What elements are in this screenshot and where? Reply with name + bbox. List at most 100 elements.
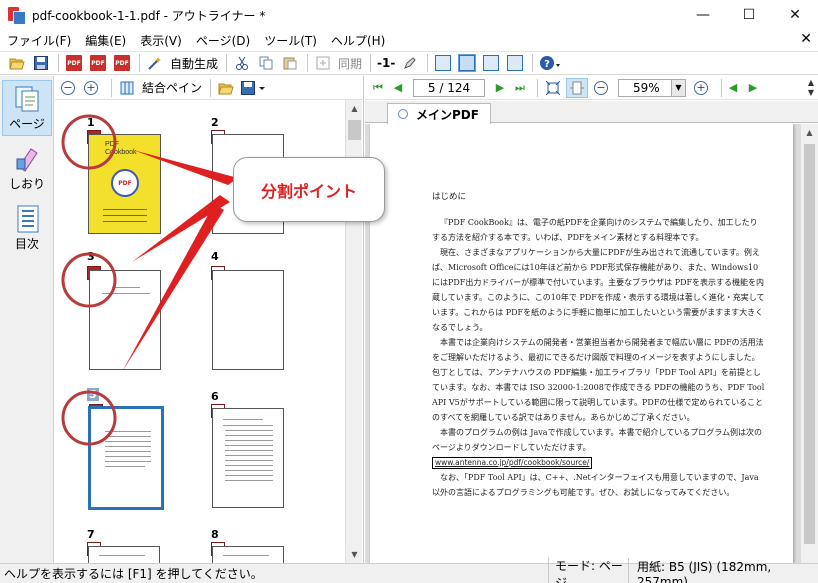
thumbnail-page-1[interactable]: PDF Cookbook PDF xyxy=(88,134,161,234)
first-page-icon[interactable]: ⏮ xyxy=(371,79,385,97)
pdf-merge-icon[interactable]: PDF xyxy=(111,53,133,73)
toolbar-separator xyxy=(139,54,140,72)
save-icon[interactable] xyxy=(30,53,52,73)
toolbar-separator xyxy=(427,54,429,72)
thumbnail-toolbar: − + 結合ペイン xyxy=(55,76,364,100)
nav-toc-label: 目次 xyxy=(14,236,39,251)
thumb-number: 6 xyxy=(211,390,219,403)
app-icon xyxy=(8,7,26,25)
thumbnail-page-4[interactable] xyxy=(212,270,284,370)
document-paragraph: 『PDF CookBook』は、電子の紙PDFを企業向けのシステムで編集したり、… xyxy=(432,218,758,242)
thumbnail-page-7[interactable] xyxy=(88,546,160,563)
thumbnail-page-8[interactable] xyxy=(212,546,284,563)
document-close-icon[interactable]: ✕ xyxy=(800,31,812,47)
menu-page[interactable]: ページ(D) xyxy=(189,32,257,49)
split-point-callout: 分割ポイント xyxy=(233,157,385,222)
chevron-down-icon[interactable]: ▼ xyxy=(671,79,685,96)
help-icon[interactable]: ? xyxy=(537,53,563,73)
pen-icon[interactable] xyxy=(399,53,421,73)
window-controls: — ☐ ✕ xyxy=(680,0,818,30)
status-help-text: ヘルプを表示するには [F1] を押してください。 xyxy=(4,567,263,581)
zoom-select[interactable]: 59% ▼ xyxy=(618,78,686,97)
copy-icon[interactable] xyxy=(255,53,277,73)
last-page-icon[interactable]: ⏭ xyxy=(513,79,527,97)
menu-view[interactable]: 表示(V) xyxy=(133,32,189,49)
thumb-number: 1 xyxy=(87,116,95,129)
viewer-tab-strip: メインPDF xyxy=(365,101,818,124)
scroll-up-icon[interactable]: ▲ xyxy=(346,100,363,117)
pdf-split-icon[interactable]: PDF xyxy=(87,53,109,73)
download-link[interactable]: www.antenna.co.jp/pdf/cookbook/source/ xyxy=(432,457,593,469)
zoom-in-icon[interactable]: + xyxy=(694,80,708,95)
minimize-button[interactable]: — xyxy=(680,0,726,30)
menu-bar: ファイル(F) 編集(E) 表示(V) ページ(D) ツール(T) ヘルプ(H)… xyxy=(0,30,818,50)
view-left-icon[interactable] xyxy=(480,53,502,73)
sync-icon[interactable] xyxy=(312,53,334,73)
menu-edit[interactable]: 編集(E) xyxy=(78,32,133,49)
nav-pages-label: ページ xyxy=(9,116,45,131)
maximize-button[interactable]: ☐ xyxy=(726,0,772,30)
scrollbar-thumb[interactable] xyxy=(804,144,815,544)
auto-generate-button[interactable]: 自動生成 xyxy=(170,55,218,72)
forward-icon[interactable]: ▶ xyxy=(746,79,760,97)
cover-title-line2: Cookbook xyxy=(105,149,137,156)
paste-icon[interactable] xyxy=(279,53,301,73)
thumb-number: 8 xyxy=(211,528,219,541)
nav-toc[interactable]: 目次 xyxy=(2,200,52,256)
thumbnail-page-6[interactable] xyxy=(212,408,284,508)
sync-button[interactable]: 同期 xyxy=(338,55,362,72)
scroll-down-icon[interactable]: ▼ xyxy=(346,546,363,563)
toolbar-separator xyxy=(226,54,228,72)
prev-page-icon[interactable]: ◀ xyxy=(391,79,405,97)
thumb-number: 2 xyxy=(211,116,219,129)
scroll-up-icon[interactable]: ▲ xyxy=(801,124,818,141)
thumbnail-panel: − + 結合ペイン 1 PDF Cookbook PDF 2 3 4 5 6 7… xyxy=(55,76,364,563)
fit-width-icon[interactable] xyxy=(566,77,588,98)
nav-bookmarks-label: しおり xyxy=(8,176,45,191)
back-icon[interactable]: ◀ xyxy=(726,79,740,97)
document-view: はじめに 『PDF CookBook』は、電子の紙PDFを企業向けのシステムで編… xyxy=(365,124,818,563)
document-scrollbar[interactable]: ▲ xyxy=(801,124,818,563)
view-single-icon[interactable] xyxy=(432,53,454,73)
nav-pages[interactable]: ページ xyxy=(2,80,52,136)
fit-page-icon[interactable] xyxy=(542,78,564,98)
window-title: pdf-cookbook-1-1.pdf - アウトライナー * xyxy=(32,8,266,23)
toolbar-scroll-up-icon[interactable]: ▲ xyxy=(808,78,814,87)
document-heading: はじめに xyxy=(432,192,467,202)
tab-main-pdf-label: メインPDF xyxy=(416,107,479,122)
menu-file[interactable]: ファイル(F) xyxy=(0,32,78,49)
nav-bookmarks[interactable]: しおり xyxy=(2,140,52,196)
zoom-in-icon[interactable]: + xyxy=(84,80,98,95)
save-menu-icon[interactable] xyxy=(239,78,269,98)
scrollbar-thumb[interactable] xyxy=(348,120,361,140)
pdf-export-icon[interactable]: PDF xyxy=(63,53,85,73)
status-bar: ヘルプを表示するには [F1] を押してください。 モード: ページ 用紙: B… xyxy=(0,556,818,583)
page-number-button[interactable]: -1- xyxy=(377,56,395,70)
auto-generate-icon[interactable] xyxy=(144,53,166,73)
tab-main-pdf[interactable]: メインPDF xyxy=(387,103,491,124)
thumbnail-page-5[interactable] xyxy=(88,406,164,510)
open-folder-icon[interactable] xyxy=(215,78,237,98)
thumbnail-page-3[interactable] xyxy=(89,270,161,370)
toolbar-separator xyxy=(307,54,309,72)
menu-help[interactable]: ヘルプ(H) xyxy=(324,32,392,49)
close-button[interactable]: ✕ xyxy=(772,0,818,30)
toolbar-separator xyxy=(537,78,538,97)
open-folder-icon[interactable] xyxy=(6,53,28,73)
toc-icon xyxy=(14,205,40,233)
zoom-out-icon[interactable]: − xyxy=(594,80,608,95)
bookmark-icon xyxy=(14,145,40,173)
view-dual-icon[interactable] xyxy=(456,53,478,73)
zoom-out-icon[interactable]: − xyxy=(61,80,75,95)
page-number-input[interactable]: 5 / 124 xyxy=(413,78,485,97)
view-right-icon[interactable] xyxy=(504,53,526,73)
next-page-icon[interactable]: ▶ xyxy=(493,79,507,97)
toolbar-separator xyxy=(532,54,534,72)
menu-tools[interactable]: ツール(T) xyxy=(257,32,324,49)
toolbar-scroll-down-icon[interactable]: ▼ xyxy=(808,88,814,97)
pages-icon xyxy=(14,85,40,113)
combine-pane-icon[interactable] xyxy=(116,78,138,98)
cut-icon[interactable] xyxy=(231,53,253,73)
toolbar-separator xyxy=(111,78,112,97)
combine-pane-button[interactable]: 結合ペイン xyxy=(142,79,202,96)
